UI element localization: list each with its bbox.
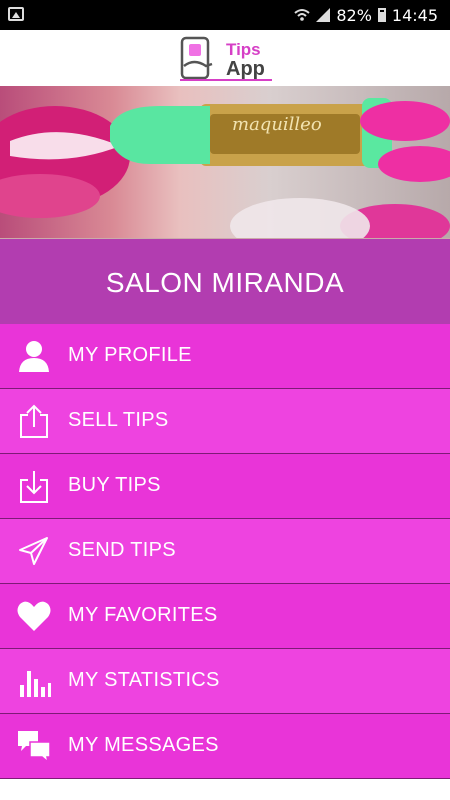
- battery-percent: 82%: [336, 5, 372, 25]
- menu-item-label: SEND TIPS: [68, 539, 176, 561]
- status-bar: 82% 14:45: [0, 0, 450, 30]
- menu-item-label: MY PROFILE: [68, 344, 192, 366]
- menu-item-my-favorites[interactable]: MY FAVORITES: [0, 584, 450, 649]
- menu-item-label: SELL TIPS: [68, 409, 169, 431]
- status-indicators: 82% 14:45: [294, 5, 438, 25]
- person-icon: [19, 341, 49, 372]
- clock: 14:45: [391, 5, 438, 25]
- logo-text-tips: Tips: [226, 40, 261, 59]
- upload-icon: [20, 404, 48, 438]
- banner-brand-text: maquilleo: [232, 114, 322, 135]
- send-icon: [19, 537, 48, 565]
- wifi-icon: [294, 9, 310, 21]
- menu-item-label: MY STATISTICS: [68, 669, 220, 691]
- battery-icon: [377, 8, 386, 22]
- tips-app-logo: Tips App: [180, 36, 272, 81]
- heart-icon: [17, 601, 51, 631]
- signal-icon: [316, 8, 331, 22]
- messages-icon: [18, 731, 51, 764]
- logo-text-app: App: [226, 58, 265, 80]
- hero-banner-image: maquilleo: [0, 86, 450, 238]
- menu-item-label: MY MESSAGES: [68, 734, 219, 756]
- main-menu: MY PROFILE SELL TIPS BUY TIPS SEND TIPS …: [0, 324, 450, 779]
- app-bar: Tips App: [0, 30, 450, 86]
- gallery-notification-icon: [8, 7, 24, 21]
- menu-item-sell-tips[interactable]: SELL TIPS: [0, 389, 450, 454]
- menu-item-my-profile[interactable]: MY PROFILE: [0, 324, 450, 389]
- menu-item-buy-tips[interactable]: BUY TIPS: [0, 454, 450, 519]
- menu-item-my-statistics[interactable]: MY STATISTICS: [0, 649, 450, 714]
- bar-chart-icon: [20, 671, 51, 697]
- menu-item-my-messages[interactable]: MY MESSAGES: [0, 714, 450, 779]
- salon-name-header: SALON MIRANDA: [0, 238, 450, 327]
- download-icon: [20, 471, 48, 503]
- menu-item-label: BUY TIPS: [68, 474, 161, 496]
- menu-item-send-tips[interactable]: SEND TIPS: [0, 519, 450, 584]
- menu-item-label: MY FAVORITES: [68, 604, 218, 626]
